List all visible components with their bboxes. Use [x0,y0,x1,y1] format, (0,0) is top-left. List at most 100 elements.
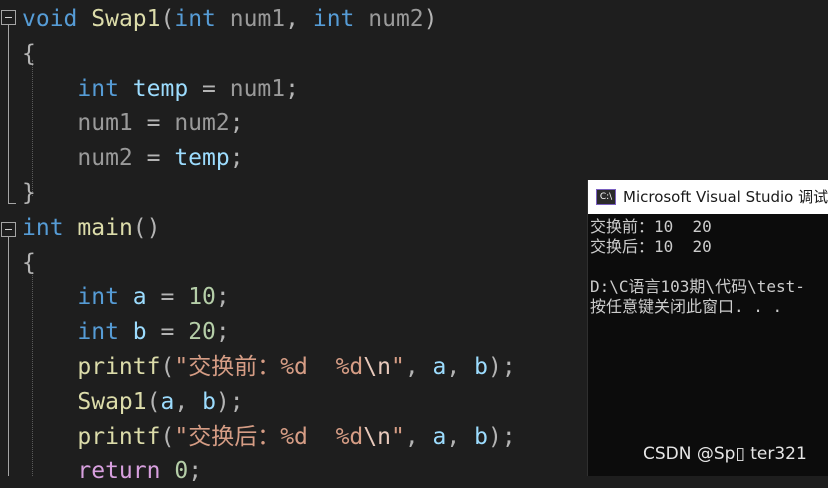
code-token: 10 [188,284,216,311]
code-line[interactable]: int b = 20; [22,315,230,349]
code-line[interactable]: int temp = num1; [22,72,299,106]
console-title-bar[interactable]: C:\ Microsoft Visual Studio 调试控制台 [588,180,828,214]
code-token: num2 [368,6,424,32]
code-token: = [132,145,175,172]
code-line[interactable]: int a = 10; [22,280,230,314]
fold-guide-end [8,203,16,204]
console-output-line: 交换前：10 20 [590,217,712,236]
code-token: int [77,284,119,311]
code-line[interactable]: num1 = num2; [22,106,243,140]
code-token: b [474,423,488,450]
collapse-swap1-icon[interactable] [1,10,16,25]
code-token: ( [160,423,175,450]
code-token: } [22,180,36,206]
collapse-main-icon[interactable] [1,222,16,237]
code-token: ); [487,354,516,380]
code-line[interactable]: num2 = temp; [22,141,244,175]
code-token: \n [363,423,391,450]
code-line[interactable]: printf("交换后：%d %d\n", a, b); [22,420,516,454]
code-token: ; [215,284,230,311]
code-line[interactable]: int main() [22,211,161,245]
code-token: ); [215,388,244,415]
code-token: 20 [188,319,216,346]
code-line[interactable]: } [22,176,36,210]
code-token: () [132,214,161,241]
code-token: , [446,354,475,380]
code-token: num1 [229,6,286,32]
code-token: temp [174,145,230,172]
code-token: ; [229,145,244,172]
code-line[interactable]: printf("交换前：%d %d\n", a, b); [22,350,516,384]
code-token: ); [487,423,516,450]
code-token: ; [285,75,299,102]
code-token: int [77,75,119,102]
code-token: num2 [77,145,133,172]
code-token: , [285,6,313,32]
code-token: , [404,423,433,450]
code-token: main [77,214,133,241]
code-token: "交换前：%d %d [174,354,364,380]
console-output-line: 交换后：10 20 [590,237,712,256]
code-token: = [132,110,175,137]
code-token: , [446,423,475,450]
code-token: = [188,75,230,102]
code-token: a [432,423,447,450]
code-token: " [390,423,405,450]
code-token: " [390,354,405,380]
code-token: int [312,6,355,32]
code-token: num1 [77,110,133,137]
code-token: void [22,6,78,32]
code-token: printf [77,423,161,450]
console-output-line: 按任意键关闭此窗口. . . [590,297,783,316]
code-token: ) [423,6,438,32]
console-output-line: D:\C语言103期\代码\test- [590,277,805,296]
code-line[interactable]: { [22,246,36,280]
code-line[interactable]: Swap1(a, b); [22,385,244,419]
code-token: ( [160,354,175,380]
code-line[interactable]: { [22,37,36,71]
code-token: num1 [229,75,286,102]
code-token: a [432,354,447,380]
code-token: , [404,354,433,380]
code-token: = [146,284,189,311]
code-token: { [22,40,36,67]
code-token: ( [146,388,161,415]
code-token: b [474,354,488,380]
code-token: int [174,6,216,32]
code-line[interactable]: return 0; [22,454,202,488]
fold-guide [8,25,9,203]
code-token: ; [215,319,230,346]
code-token: "交换后：%d %d [174,423,364,450]
debug-console-window[interactable]: C:\ Microsoft Visual Studio 调试控制台 交换前：10… [587,180,828,476]
code-token: b [132,319,147,346]
code-token: num2 [174,110,230,137]
code-token: , [174,388,203,415]
code-token: 0 [174,458,189,485]
code-token: return [77,458,161,485]
code-token: Swap1 [91,6,161,32]
code-line[interactable]: void Swap1(int num1, int num2) [22,2,438,36]
fold-guide [8,237,9,476]
code-token: = [146,319,189,346]
code-token: ; [188,458,203,485]
code-token: Swap1 [77,388,147,415]
code-token: \n [363,354,391,380]
console-output: 交换前：10 20 交换后：10 20 D:\C语言103期\代码\test- 按任意… [588,214,828,476]
code-token: ( [160,6,175,32]
code-token: printf [77,354,161,380]
code-token: a [160,388,175,415]
